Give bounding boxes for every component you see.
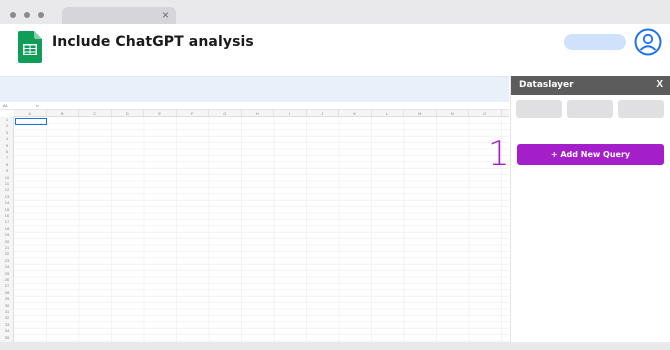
row-header[interactable]: 18 bbox=[0, 226, 14, 232]
row-header[interactable]: 3 bbox=[0, 130, 14, 136]
column-header[interactable]: M bbox=[404, 110, 437, 117]
row-header[interactable]: 16 bbox=[0, 213, 14, 219]
add-new-query-button[interactable]: + Add New Query bbox=[517, 144, 664, 165]
bottom-frame bbox=[0, 342, 670, 350]
row-header[interactable]: 23 bbox=[0, 258, 14, 264]
row-header[interactable]: 35 bbox=[0, 335, 14, 341]
row-header[interactable]: 7 bbox=[0, 155, 14, 161]
formula-bar[interactable]: A1 fx bbox=[0, 102, 509, 110]
fx-icon: fx bbox=[36, 103, 40, 108]
column-header[interactable]: E bbox=[144, 110, 177, 117]
row-header[interactable]: 33 bbox=[0, 322, 14, 328]
column-header[interactable]: A bbox=[14, 110, 47, 117]
browser-chrome: × bbox=[0, 0, 670, 24]
row-header[interactable]: 6 bbox=[0, 149, 14, 155]
column-header[interactable]: H bbox=[242, 110, 274, 117]
column-header[interactable]: L bbox=[372, 110, 404, 117]
step-number: 1 bbox=[488, 134, 510, 174]
row-header[interactable]: 11 bbox=[0, 181, 14, 187]
close-icon[interactable]: X bbox=[656, 79, 663, 90]
row-header[interactable]: 20 bbox=[0, 239, 14, 245]
row-header[interactable]: 27 bbox=[0, 283, 14, 289]
column-header[interactable]: B bbox=[47, 110, 79, 117]
selected-cell-a1[interactable] bbox=[15, 118, 47, 125]
column-header[interactable]: F bbox=[177, 110, 209, 117]
row-header[interactable]: 32 bbox=[0, 315, 14, 321]
row-header[interactable]: 8 bbox=[0, 162, 14, 168]
dataslayer-sidebar: Dataslayer X + Add New Query bbox=[510, 76, 670, 342]
window-minimize-dot[interactable] bbox=[24, 12, 30, 18]
column-header[interactable]: D bbox=[112, 110, 144, 117]
row-header[interactable]: 13 bbox=[0, 194, 14, 200]
sidebar-tab-2[interactable] bbox=[567, 100, 613, 118]
row-header[interactable]: 25 bbox=[0, 271, 14, 277]
sidebar-tab-1[interactable] bbox=[516, 100, 562, 118]
column-header[interactable]: K bbox=[339, 110, 372, 117]
sidebar-tab-3[interactable] bbox=[618, 100, 664, 118]
user-avatar-icon[interactable] bbox=[634, 28, 662, 56]
column-header[interactable]: G bbox=[209, 110, 242, 117]
column-header[interactable]: I bbox=[274, 110, 307, 117]
app-window: × Include ChatGPT analysis A1 fx ABCDE F… bbox=[0, 0, 670, 350]
window-maximize-dot[interactable] bbox=[38, 12, 44, 18]
sheet-toolbar[interactable] bbox=[0, 76, 509, 102]
row-headers: 1 2 3 4 5 6 7 8 9 10 11 12 13 14 15 16 17 18 19 20 21 22 23 24 2… bbox=[0, 117, 14, 342]
row-header[interactable]: 14 bbox=[0, 200, 14, 206]
row-header[interactable]: 9 bbox=[0, 168, 14, 174]
column-header[interactable]: N bbox=[437, 110, 469, 117]
row-header[interactable]: 21 bbox=[0, 245, 14, 251]
browser-tab[interactable]: × bbox=[62, 7, 176, 24]
row-header[interactable]: 19 bbox=[0, 232, 14, 238]
cell-reference[interactable]: A1 bbox=[3, 103, 8, 108]
column-header[interactable]: O bbox=[469, 110, 502, 117]
spreadsheet-grid[interactable]: A1 fx ABCDEFGHIJKLMNO 1 2 3 4 5 6 7 8 9 10 11 12 13 1… bbox=[0, 102, 509, 342]
row-header[interactable]: 4 bbox=[0, 136, 14, 142]
column-header[interactable]: J bbox=[307, 110, 339, 117]
cell-gridlines[interactable] bbox=[14, 117, 509, 342]
row-header[interactable]: 24 bbox=[0, 264, 14, 270]
document-header: Include ChatGPT analysis bbox=[0, 24, 670, 74]
row-header[interactable]: 29 bbox=[0, 296, 14, 302]
sidebar-title: Dataslayer bbox=[519, 80, 574, 90]
row-header[interactable]: 15 bbox=[0, 207, 14, 213]
document-title[interactable]: Include ChatGPT analysis bbox=[52, 34, 254, 50]
google-sheets-icon[interactable] bbox=[18, 31, 42, 63]
row-header[interactable]: 2 bbox=[0, 123, 14, 129]
row-header[interactable]: 1 bbox=[0, 117, 14, 123]
row-header[interactable]: 12 bbox=[0, 187, 14, 193]
share-button[interactable] bbox=[564, 34, 626, 50]
row-header[interactable]: 26 bbox=[0, 277, 14, 283]
column-headers: ABCDEFGHIJKLMNO bbox=[14, 110, 509, 117]
row-header[interactable]: 31 bbox=[0, 309, 14, 315]
sidebar-header: Dataslayer X bbox=[511, 76, 670, 95]
row-header[interactable]: 17 bbox=[0, 219, 14, 225]
row-header[interactable]: 34 bbox=[0, 328, 14, 334]
row-header[interactable]: 5 bbox=[0, 143, 14, 149]
window-close-dot[interactable] bbox=[10, 12, 16, 18]
row-header[interactable]: 22 bbox=[0, 251, 14, 257]
column-header[interactable]: C bbox=[79, 110, 112, 117]
row-header[interactable]: 10 bbox=[0, 175, 14, 181]
tab-close-icon[interactable]: × bbox=[162, 8, 169, 23]
row-header[interactable]: 28 bbox=[0, 290, 14, 296]
row-header[interactable]: 30 bbox=[0, 303, 14, 309]
